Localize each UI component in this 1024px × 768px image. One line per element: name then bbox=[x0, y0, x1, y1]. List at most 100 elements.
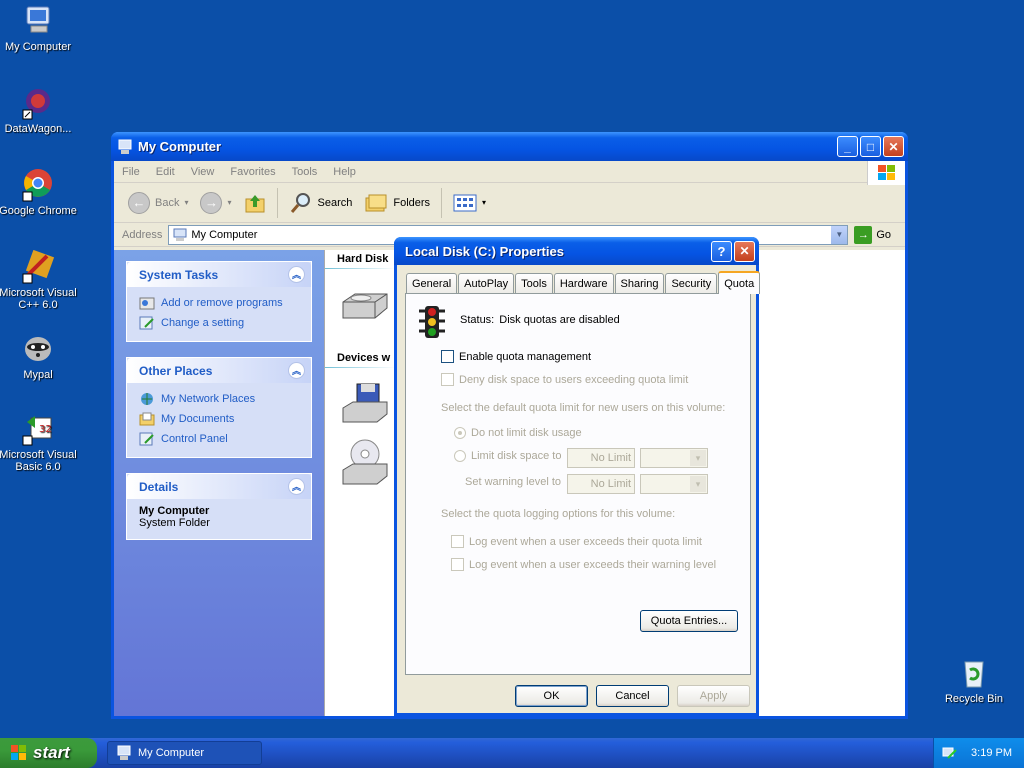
minimize-button[interactable]: _ bbox=[837, 136, 858, 157]
my-network-places-link[interactable]: My Network Places bbox=[139, 389, 299, 409]
control-panel-icon bbox=[139, 432, 154, 446]
checkbox-box[interactable] bbox=[441, 350, 454, 363]
log-limit-checkbox[interactable]: Log event when a user exceeds their quot… bbox=[451, 535, 702, 548]
radio-circle[interactable] bbox=[454, 450, 466, 462]
collapse-chevron-icon[interactable]: ︽ bbox=[288, 362, 305, 379]
dialog-close-button[interactable]: ✕ bbox=[734, 240, 755, 262]
apply-button[interactable]: Apply bbox=[677, 685, 750, 707]
menu-file[interactable]: File bbox=[114, 166, 148, 178]
change-setting-link[interactable]: Change a setting bbox=[139, 313, 299, 333]
taskbar: start My Computer 3:19 PM bbox=[0, 738, 1024, 768]
limit-value-field[interactable]: No Limit bbox=[567, 448, 635, 468]
toolbar-separator bbox=[441, 187, 443, 218]
menu-favorites[interactable]: Favorites bbox=[222, 166, 283, 178]
deny-space-checkbox[interactable]: Deny disk space to users exceeding quota… bbox=[441, 373, 688, 386]
details-title: Details bbox=[139, 479, 179, 494]
hard-disk-drive-icon[interactable] bbox=[339, 290, 391, 324]
task-pane: System Tasks ︽ Add or remove programs Ch… bbox=[114, 250, 325, 716]
folders-button[interactable]: Folders bbox=[360, 192, 434, 214]
floppy-drive-icon[interactable] bbox=[339, 382, 391, 426]
toolbar-separator bbox=[276, 187, 278, 218]
other-places-header[interactable]: Other Places ︽ bbox=[127, 358, 311, 383]
recycle-bin-icon bbox=[964, 661, 984, 688]
checkbox-box[interactable] bbox=[451, 558, 464, 571]
desktop-icon-visual-cpp[interactable]: Microsoft Visual C++ 6.0 bbox=[0, 250, 78, 311]
back-button[interactable]: ← Back ▾ bbox=[124, 191, 192, 214]
no-limit-radio[interactable]: Do not limit disk usage bbox=[454, 427, 582, 439]
local-disk-properties-dialog: Local Disk (C:) Properties ? ✕ General A… bbox=[394, 237, 761, 716]
tab-tools[interactable]: Tools bbox=[515, 273, 553, 294]
system-tasks-title: System Tasks bbox=[139, 267, 219, 282]
log-warning-checkbox[interactable]: Log event when a user exceeds their warn… bbox=[451, 558, 716, 571]
cd-drive-icon[interactable] bbox=[339, 438, 391, 486]
tab-sharing[interactable]: Sharing bbox=[614, 273, 665, 294]
quota-tab-panel: Status: Disk quotas are disabled Enable … bbox=[405, 293, 751, 675]
menu-bar: File Edit View Favorites Tools Help bbox=[114, 161, 905, 185]
checkbox-box[interactable] bbox=[441, 373, 454, 386]
back-label: Back bbox=[155, 196, 180, 209]
menu-edit[interactable]: Edit bbox=[148, 166, 183, 178]
desktop-icon-recycle-bin[interactable]: Recycle Bin bbox=[934, 656, 1014, 705]
warning-unit-select[interactable] bbox=[640, 474, 708, 494]
up-folder-button[interactable] bbox=[240, 192, 270, 214]
desktop-icon-datawagon[interactable]: DataWagon... bbox=[0, 86, 78, 135]
tab-security[interactable]: Security bbox=[665, 273, 718, 294]
add-remove-programs-icon bbox=[139, 297, 155, 310]
limit-unit-select[interactable] bbox=[640, 448, 708, 468]
default-limit-label: Select the default quota limit for new u… bbox=[441, 402, 726, 414]
desktop-icon-mypal[interactable]: Mypal bbox=[0, 332, 78, 381]
cancel-button[interactable]: Cancel bbox=[596, 685, 669, 707]
section-divider bbox=[325, 367, 395, 368]
warning-value-field[interactable]: No Limit bbox=[567, 474, 635, 494]
link-label: My Documents bbox=[161, 413, 235, 425]
enable-quota-checkbox[interactable]: Enable quota management bbox=[441, 350, 591, 363]
clock[interactable]: 3:19 PM bbox=[971, 747, 1012, 759]
go-button[interactable]: → Go bbox=[854, 225, 891, 244]
views-button[interactable]: ▾ bbox=[449, 194, 490, 212]
dialog-titlebar[interactable]: Local Disk (C:) Properties ? ✕ bbox=[394, 237, 759, 265]
maximize-button[interactable]: □ bbox=[860, 136, 881, 157]
desktop-icon-my-computer[interactable]: My Computer bbox=[0, 4, 78, 53]
my-documents-link[interactable]: My Documents bbox=[139, 409, 299, 429]
network-places-icon bbox=[141, 393, 153, 405]
search-icon bbox=[290, 192, 310, 213]
radio-circle[interactable] bbox=[454, 427, 466, 439]
desktop-icon-google-chrome[interactable]: Google Chrome bbox=[0, 168, 78, 217]
details-name: My Computer bbox=[139, 505, 210, 517]
tab-hardware[interactable]: Hardware bbox=[553, 273, 614, 294]
system-tasks-header[interactable]: System Tasks ︽ bbox=[127, 262, 311, 287]
quota-entries-button[interactable]: Quota Entries... bbox=[640, 610, 738, 632]
tab-quota[interactable]: Quota bbox=[718, 271, 761, 294]
ok-button[interactable]: OK bbox=[515, 685, 588, 707]
checkbox-box[interactable] bbox=[451, 535, 464, 548]
taskbar-item-my-computer[interactable]: My Computer bbox=[107, 741, 262, 765]
collapse-chevron-icon[interactable]: ︽ bbox=[288, 478, 305, 495]
start-button[interactable]: start bbox=[0, 738, 97, 768]
menu-view[interactable]: View bbox=[183, 166, 223, 178]
control-panel-link[interactable]: Control Panel bbox=[139, 429, 299, 449]
explorer-titlebar[interactable]: My Computer _ □ ✕ bbox=[111, 132, 908, 161]
status-row: Status: Disk quotas are disabled bbox=[460, 314, 620, 326]
details-header[interactable]: Details ︽ bbox=[127, 474, 311, 499]
tab-autoplay[interactable]: AutoPlay bbox=[458, 273, 515, 294]
desktop-icon-visual-basic[interactable]: 32 Microsoft Visual Basic 6.0 bbox=[0, 412, 78, 473]
menu-help[interactable]: Help bbox=[325, 166, 364, 178]
close-button[interactable]: ✕ bbox=[883, 136, 904, 157]
warning-controls: No Limit bbox=[567, 474, 708, 494]
search-button[interactable]: Search bbox=[285, 191, 357, 215]
tab-general[interactable]: General bbox=[406, 273, 458, 294]
chevron-down-icon: ▾ bbox=[184, 198, 189, 207]
collapse-chevron-icon[interactable]: ︽ bbox=[288, 266, 305, 283]
log-limit-label: Log event when a user exceeds their quot… bbox=[469, 535, 702, 548]
network-tray-icon[interactable] bbox=[942, 745, 958, 761]
menu-tools[interactable]: Tools bbox=[284, 166, 326, 178]
help-button[interactable]: ? bbox=[711, 240, 732, 262]
address-value: My Computer bbox=[191, 228, 258, 241]
my-computer-icon bbox=[173, 228, 187, 241]
limit-controls: No Limit bbox=[567, 448, 708, 468]
limit-disk-radio[interactable]: Limit disk space to bbox=[454, 450, 561, 462]
address-dropdown-button[interactable]: ▼ bbox=[831, 225, 848, 244]
add-remove-programs-link[interactable]: Add or remove programs bbox=[139, 293, 299, 313]
folders-label: Folders bbox=[393, 196, 431, 209]
forward-button[interactable]: → ▾ bbox=[196, 191, 235, 214]
